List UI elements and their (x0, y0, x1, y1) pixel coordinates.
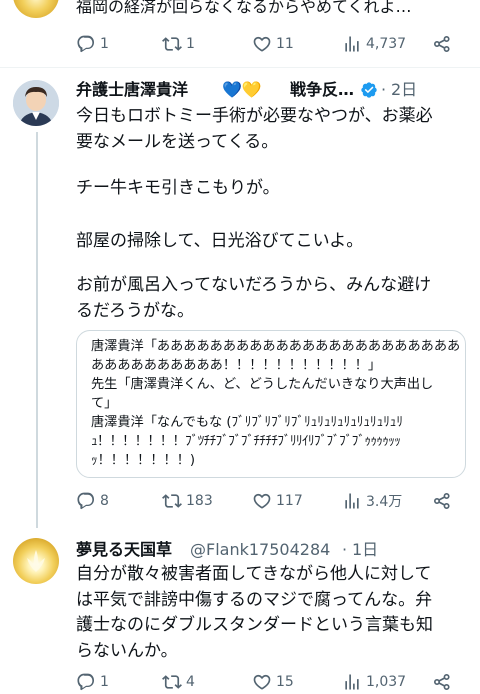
share-button[interactable] (432, 32, 456, 56)
share-icon (432, 34, 452, 54)
retweet-icon (162, 34, 182, 54)
reply-action-bar: 1 4 15 1,037 (76, 670, 456, 694)
prev-avatar[interactable] (13, 0, 59, 18)
views-icon (342, 491, 362, 511)
prev-post-text: 福岡の経済が回らなくなるからやめてくれよ… (76, 0, 412, 16)
post-text-line: るだろうがな。 (76, 301, 194, 321)
retweet-icon (162, 491, 182, 511)
reply-text-line: 護士なのにダブルスタンダードという言葉も知 (76, 615, 433, 635)
like-icon (252, 672, 272, 692)
like-button[interactable]: 11 (252, 32, 294, 56)
reply-button[interactable]: 1 (76, 32, 109, 56)
reply-time-sep: · (342, 540, 348, 559)
post-text-line: チー牛キモ引きこもりが。 (76, 178, 280, 198)
thread-line (36, 132, 38, 528)
views-button[interactable]: 1,037 (342, 670, 406, 694)
quote-line: 先生「唐澤貴洋くん、ど、どうしたんだいきなり大声出し (91, 377, 434, 392)
reply-author-name[interactable]: 夢見る天国草 (76, 539, 172, 561)
retweet-button[interactable]: 4 (162, 670, 195, 694)
retweet-button[interactable]: 1 (162, 32, 195, 56)
post-text-line: 要なメールを送ってくる。 (76, 132, 279, 152)
views-icon (342, 672, 362, 692)
avatar-portrait-icon (13, 80, 59, 126)
author-bio-truncated: 戦争反… (290, 80, 355, 99)
post-text-line: 部屋の掃除して、日光浴びてこいよ。 (76, 231, 364, 251)
author-avatar[interactable] (13, 80, 59, 126)
retweet-button[interactable]: 183 (162, 489, 213, 513)
reply-button[interactable]: 1 (76, 670, 109, 694)
share-button[interactable] (432, 489, 456, 513)
reply-time[interactable]: 1日 (352, 539, 378, 561)
like-icon (252, 491, 272, 511)
post-text-line: お前が風呂入ってないだろうから、みんな避け (76, 275, 432, 295)
heart-emojis: 💙💛 (222, 80, 262, 99)
quote-line: て」 (91, 396, 118, 411)
author-name[interactable]: 弁護士唐澤貴洋 (76, 79, 188, 101)
post-time[interactable]: 2日 (391, 79, 417, 101)
post-action-bar: 8 183 117 3.4万 (76, 489, 456, 513)
reply-text-line: らないんか。 (76, 641, 178, 661)
quote-box[interactable]: 唐澤貴洋「あああああああああああああああああああああああ ああああああああああ！… (76, 330, 466, 478)
reply-text-line: 自分が散々被害者面してきながら他人に対して (76, 564, 432, 584)
quote-line: 唐澤貴洋「なんでもな (ﾌﾞﾘﾌﾞﾘﾌﾞﾘﾌﾞﾘｭﾘｭﾘｭﾘｭﾘｭﾘｭﾘｭﾘ (91, 415, 403, 430)
quote-line: ｯ！！！！！！！) (91, 453, 196, 468)
post-time-sep: · (381, 80, 387, 99)
reply-avatar[interactable] (13, 538, 59, 584)
reply-handle[interactable]: @Flank17504284 (190, 539, 330, 561)
quote-line: 唐澤貴洋「あああああああああああああああああああああああ (91, 339, 461, 354)
reply-icon (76, 34, 96, 54)
divider (0, 67, 480, 68)
post-text-line: 今日もロボトミー手術が必要なやつが、お薬必 (76, 106, 433, 126)
views-button[interactable]: 4,737 (342, 32, 406, 56)
like-button[interactable]: 15 (252, 670, 294, 694)
reply-icon (76, 672, 96, 692)
like-icon (252, 34, 272, 54)
retweet-icon (162, 672, 182, 692)
prev-action-bar: 1 1 11 4,737 (76, 32, 456, 56)
views-icon (342, 34, 362, 54)
flower-icon (27, 550, 45, 572)
quote-line: ああああああああああ！！！！！！！！！！！」 (91, 358, 382, 373)
verified-icon (361, 82, 377, 98)
reply-icon (76, 491, 96, 511)
views-button[interactable]: 3.4万 (342, 489, 402, 513)
quote-line: ｭ！！！！！！！ﾌﾞﾂﾁﾁﾌﾞﾌﾞﾌﾞﾁﾁﾁﾁﾌﾞﾘﾘｲﾘﾌﾞﾌﾞﾌﾞﾌﾞｩｩｩ… (91, 434, 401, 449)
like-button[interactable]: 117 (252, 489, 303, 513)
reply-button[interactable]: 8 (76, 489, 109, 513)
share-icon (432, 672, 452, 692)
share-button[interactable] (432, 670, 456, 694)
share-icon (432, 491, 452, 511)
reply-text-line: は平気で誹謗中傷するのマジで腐ってんな。弁 (76, 590, 433, 610)
